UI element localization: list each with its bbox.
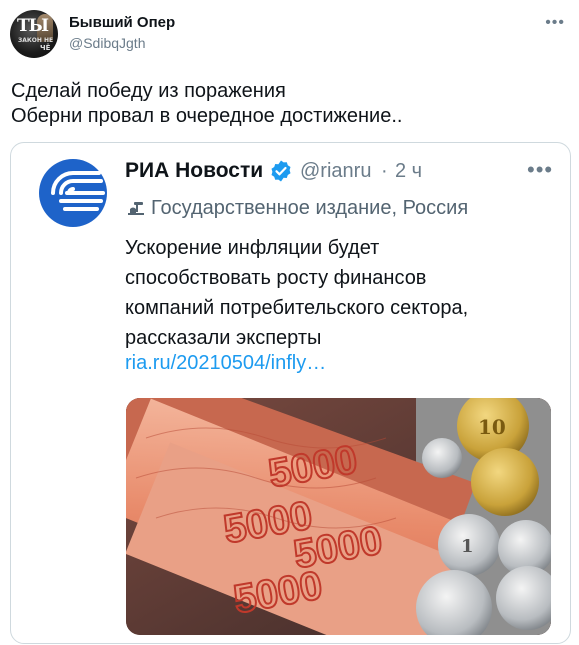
author-avatar[interactable]: ТЫ ЗАКОН НЕ ЧЁ [10, 10, 58, 58]
avatar-text-small-1: ЗАКОН НЕ [18, 37, 54, 44]
article-link[interactable]: ria.ru/20210504/infly… [125, 352, 326, 375]
separator-dot: · [381, 160, 388, 182]
avatar-text-small-2: ЧЁ [40, 44, 51, 52]
tweet-text: Сделай победу из поражения Оберни провал… [11, 79, 571, 129]
government-media-label[interactable]: Государственное издание, Россия [151, 197, 468, 220]
government-building-icon [128, 202, 144, 215]
tweet-text-line: Оберни провал в очередное достижение.. [11, 105, 403, 127]
photo-illustration: 5000 5000 5000 5000 10 1 [126, 398, 551, 635]
svg-text:10: 10 [478, 415, 506, 439]
banknotes-and-coins-photo[interactable]: 5000 5000 5000 5000 10 1 [126, 398, 551, 635]
more-dots-icon[interactable]: ••• [527, 157, 553, 183]
quoted-text-line: компаний потребительского сектора, [125, 297, 469, 319]
svg-text:1: 1 [461, 536, 474, 557]
quoted-author-name[interactable]: РИА Новости [125, 159, 263, 183]
quoted-tweet-card[interactable]: РИА Новости @rianru · 2 ч ••• Государств… [10, 142, 571, 644]
quoted-text-line: Ускорение инфляции будет [125, 237, 380, 259]
tweet: ТЫ ЗАКОН НЕ ЧЁ Бывший Опер @SdibqJgth ••… [0, 0, 579, 645]
ria-novosti-logo-icon[interactable] [37, 157, 109, 229]
tweet-text-line: Сделай победу из поражения [11, 80, 286, 102]
author-handle[interactable]: @SdibqJgth [69, 35, 145, 51]
avatar-text-big: ТЫ [17, 16, 49, 36]
author-name[interactable]: Бывший Опер [69, 14, 175, 31]
quoted-text-line: способствовать росту финансов [125, 267, 427, 289]
quoted-timestamp[interactable]: 2 ч [395, 160, 422, 183]
quoted-tweet-text: Ускорение инфляции будет способствовать … [125, 233, 565, 353]
verified-badge-icon [271, 160, 291, 182]
quoted-text-line: рассказали эксперты [125, 327, 322, 349]
quoted-author-handle[interactable]: @rianru [300, 160, 371, 183]
more-dots-icon[interactable]: ••• [545, 14, 565, 32]
